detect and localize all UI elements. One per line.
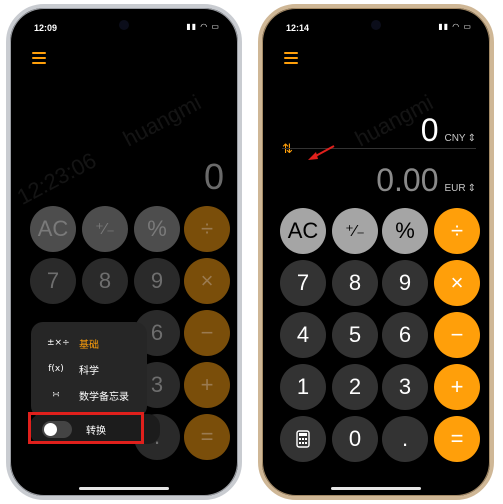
source-unit: CNY (444, 133, 466, 144)
digit-7-button[interactable]: 7 (30, 258, 76, 304)
calculator-display: 0 (203, 156, 224, 197)
right-phone-screen: 12:14 ▮▮ ◠ ▭ huangmi 0 CNY ⇕ ⇅ 0.00 EUR … (258, 4, 494, 500)
plus-button[interactable]: + (434, 364, 480, 410)
target-value: 0.00 (376, 162, 439, 198)
chevron-updown-icon: ⇕ (467, 183, 476, 194)
calculator-mode-button[interactable] (280, 416, 326, 462)
status-time: 12:14 (286, 23, 310, 33)
home-indicator (331, 487, 421, 490)
percent-button[interactable]: % (382, 208, 428, 254)
minus-button[interactable]: − (434, 312, 480, 358)
watermark: 12:23:06 (12, 147, 101, 210)
digit-5-button[interactable]: 5 (332, 312, 378, 358)
math-notes-icon: ∺ (52, 390, 60, 400)
digit-9-button[interactable]: 9 (382, 260, 428, 306)
decimal-button[interactable]: . (382, 416, 428, 462)
percent-button[interactable]: % (134, 206, 180, 252)
signal-wifi-battery-icon: ▮▮ ◠ ▭ (438, 22, 472, 31)
highlight-box (28, 412, 144, 444)
digit-9-button[interactable]: 9 (134, 258, 180, 304)
multiply-button[interactable]: × (184, 258, 230, 304)
divide-button[interactable]: ÷ (434, 208, 480, 254)
status-bar: 12:14 ▮▮ ◠ ▭ (262, 22, 490, 36)
left-phone-screen: 12:09 ▮▮ ◠ ▭ huangmi 12:23:06 0 AC ⁺∕₋ %… (6, 4, 242, 500)
source-currency-row[interactable]: 0 CNY ⇕ (421, 112, 476, 149)
menu-item-label: 数学备忘录 (79, 391, 129, 403)
digit-8-button[interactable]: 8 (82, 258, 128, 304)
source-value: 0 (420, 112, 439, 148)
divide-button[interactable]: ÷ (184, 206, 230, 252)
digit-4-button[interactable]: 4 (280, 312, 326, 358)
watermark: huangmi (118, 89, 206, 152)
equals-button[interactable]: = (434, 416, 480, 462)
digit-1-button[interactable]: 1 (280, 364, 326, 410)
digit-3-button[interactable]: 3 (382, 364, 428, 410)
multiply-button[interactable]: × (434, 260, 480, 306)
menu-item-basic[interactable]: ±×÷ 基础 (47, 334, 99, 352)
home-indicator (79, 487, 169, 490)
red-arrow-icon (308, 145, 335, 160)
minus-button[interactable]: − (184, 310, 230, 356)
digit-2-button[interactable]: 2 (332, 364, 378, 410)
digit-6-button[interactable]: 6 (382, 312, 428, 358)
ac-button[interactable]: AC (280, 208, 326, 254)
basic-icon: ±×÷ (47, 338, 70, 348)
plus-minus-button[interactable]: ⁺∕₋ (332, 208, 378, 254)
menu-item-math-notes[interactable]: ∺ 数学备忘录 (47, 386, 129, 404)
chevron-updown-icon: ⇕ (467, 133, 476, 144)
plus-button[interactable]: + (184, 362, 230, 408)
plus-minus-button[interactable]: ⁺∕₋ (82, 206, 128, 252)
signal-wifi-battery-icon: ▮▮ ◠ ▭ (186, 22, 220, 31)
menu-item-label: 科学 (79, 365, 99, 377)
status-bar: 12:09 ▮▮ ◠ ▭ (10, 22, 238, 36)
function-icon: f(x) (48, 364, 64, 374)
status-time: 12:09 (34, 23, 58, 33)
mode-menu: ±×÷ 基础 f(x) 科学 ∺ 数学备忘录 (31, 322, 147, 418)
menu-item-scientific[interactable]: f(x) 科学 (47, 360, 99, 378)
menu-item-label: 基础 (79, 339, 99, 351)
target-unit: EUR (444, 183, 466, 194)
ac-button[interactable]: AC (30, 206, 76, 252)
digit-0-button[interactable]: 0 (332, 416, 378, 462)
mode-list-icon[interactable] (284, 52, 298, 64)
mode-list-icon[interactable] (32, 52, 46, 64)
digit-8-button[interactable]: 8 (332, 260, 378, 306)
target-currency-row[interactable]: 0.00 EUR ⇕ (376, 162, 476, 199)
calculator-icon (296, 430, 310, 448)
digit-7-button[interactable]: 7 (280, 260, 326, 306)
swap-icon[interactable]: ⇅ (282, 142, 293, 157)
equals-button[interactable]: = (184, 414, 230, 460)
